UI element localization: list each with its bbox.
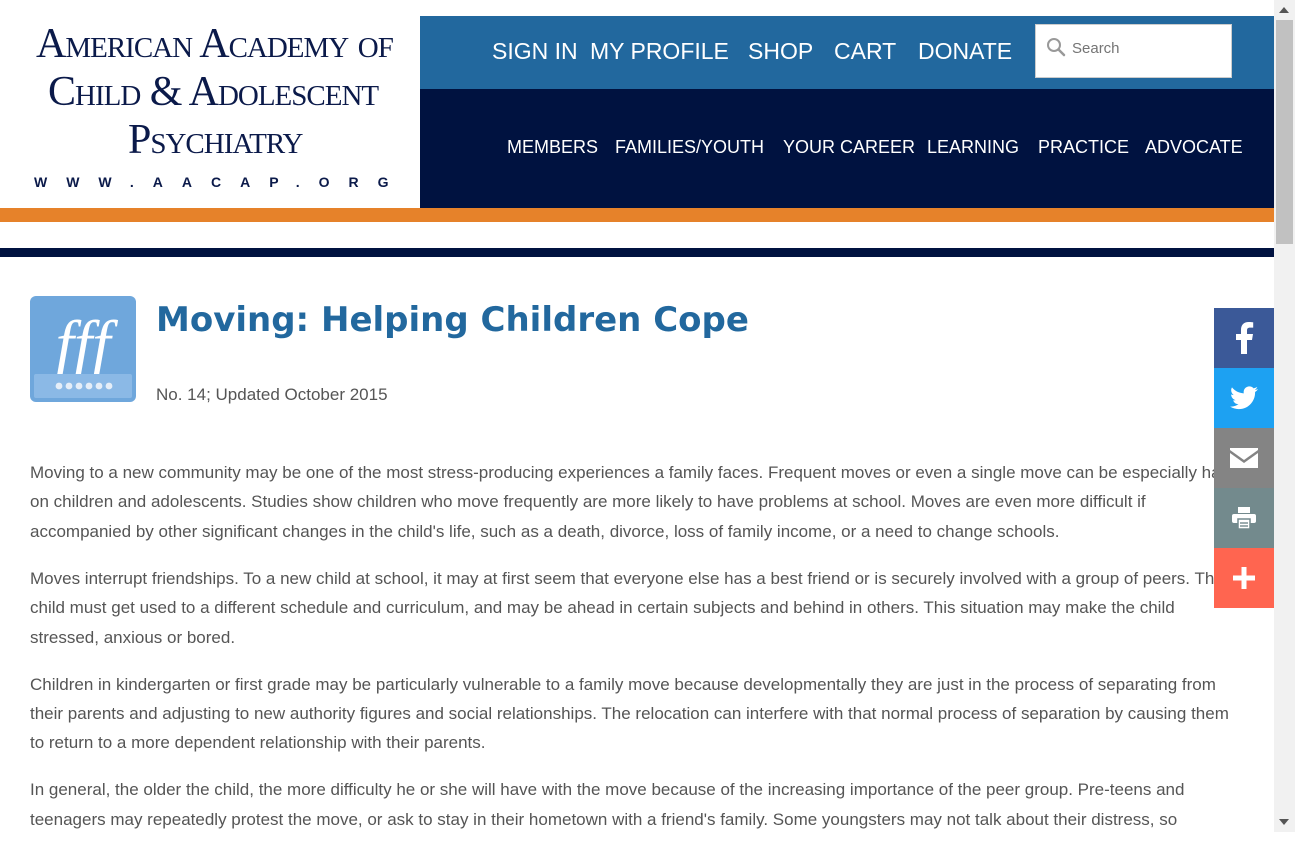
logo-line-1: American Academy of (36, 21, 394, 67)
paragraph: Moving to a new community may be one of … (30, 463, 1236, 541)
navy-divider (0, 248, 1274, 257)
more-share-button[interactable] (1214, 548, 1274, 608)
cart-link[interactable]: CART (834, 38, 896, 65)
nav-advocate[interactable]: ADVOCATE (1145, 137, 1243, 158)
scrollbar-thumb[interactable] (1276, 20, 1293, 244)
logo-line-2: Child & Adolescent (48, 69, 379, 115)
search-input[interactable] (1070, 39, 1224, 58)
nav-members[interactable]: MEMBERS (507, 137, 598, 158)
plus-icon (1233, 567, 1255, 589)
article-meta: No. 14; Updated October 2015 (156, 385, 388, 404)
article-body: Moving to a new community may be one of … (30, 458, 1240, 852)
scroll-up-arrow-icon[interactable] (1279, 7, 1289, 13)
paragraph: In general, the older the child, the mor… (30, 780, 1185, 829)
email-share-button[interactable] (1214, 428, 1274, 488)
search-icon (1047, 38, 1066, 57)
site-header: American Academy of Child & Adolescent P… (0, 16, 1274, 208)
share-bar (1214, 308, 1274, 608)
search-box[interactable] (1035, 24, 1232, 78)
twitter-share-button[interactable] (1214, 368, 1274, 428)
facts-for-families-icon: fff (30, 296, 136, 402)
twitter-icon (1230, 386, 1258, 410)
my-profile-link[interactable]: MY PROFILE (590, 38, 729, 65)
utility-bar: SIGN IN MY PROFILE SHOP CART DONATE (420, 16, 1274, 89)
aacap-logo[interactable]: American Academy of Child & Adolescent P… (0, 16, 420, 208)
main-nav: MEMBERS FAMILIES/YOUTH YOUR CAREER LEARN… (420, 89, 1274, 208)
scroll-down-arrow-icon[interactable] (1279, 819, 1289, 825)
page-title: Moving: Helping Children Cope (156, 300, 749, 340)
vertical-scrollbar[interactable] (1274, 0, 1295, 832)
nav-learning[interactable]: LEARNING (927, 137, 1019, 158)
logo-url: WWW.AACAP.ORG (34, 174, 408, 190)
nav-practice[interactable]: PRACTICE (1038, 137, 1129, 158)
email-icon (1230, 448, 1258, 468)
paragraph: Moves interrupt friendships. To a new ch… (30, 568, 1224, 647)
facebook-share-button[interactable] (1214, 308, 1274, 368)
shop-link[interactable]: SHOP (748, 38, 813, 65)
print-share-button[interactable] (1214, 488, 1274, 548)
nav-families-youth[interactable]: FAMILIES/YOUTH (615, 137, 764, 158)
facebook-icon (1236, 322, 1254, 354)
nav-your-career[interactable]: YOUR CAREER (783, 137, 915, 158)
paragraph: Children in kindergarten or first grade … (30, 674, 1229, 753)
logo-line-3: Psychiatry (128, 117, 304, 163)
svg-text:fff: fff (55, 308, 118, 381)
sign-in-link[interactable]: SIGN IN (492, 38, 578, 65)
orange-stripe (0, 208, 1274, 222)
donate-link[interactable]: DONATE (918, 38, 1012, 65)
print-icon (1232, 507, 1256, 529)
